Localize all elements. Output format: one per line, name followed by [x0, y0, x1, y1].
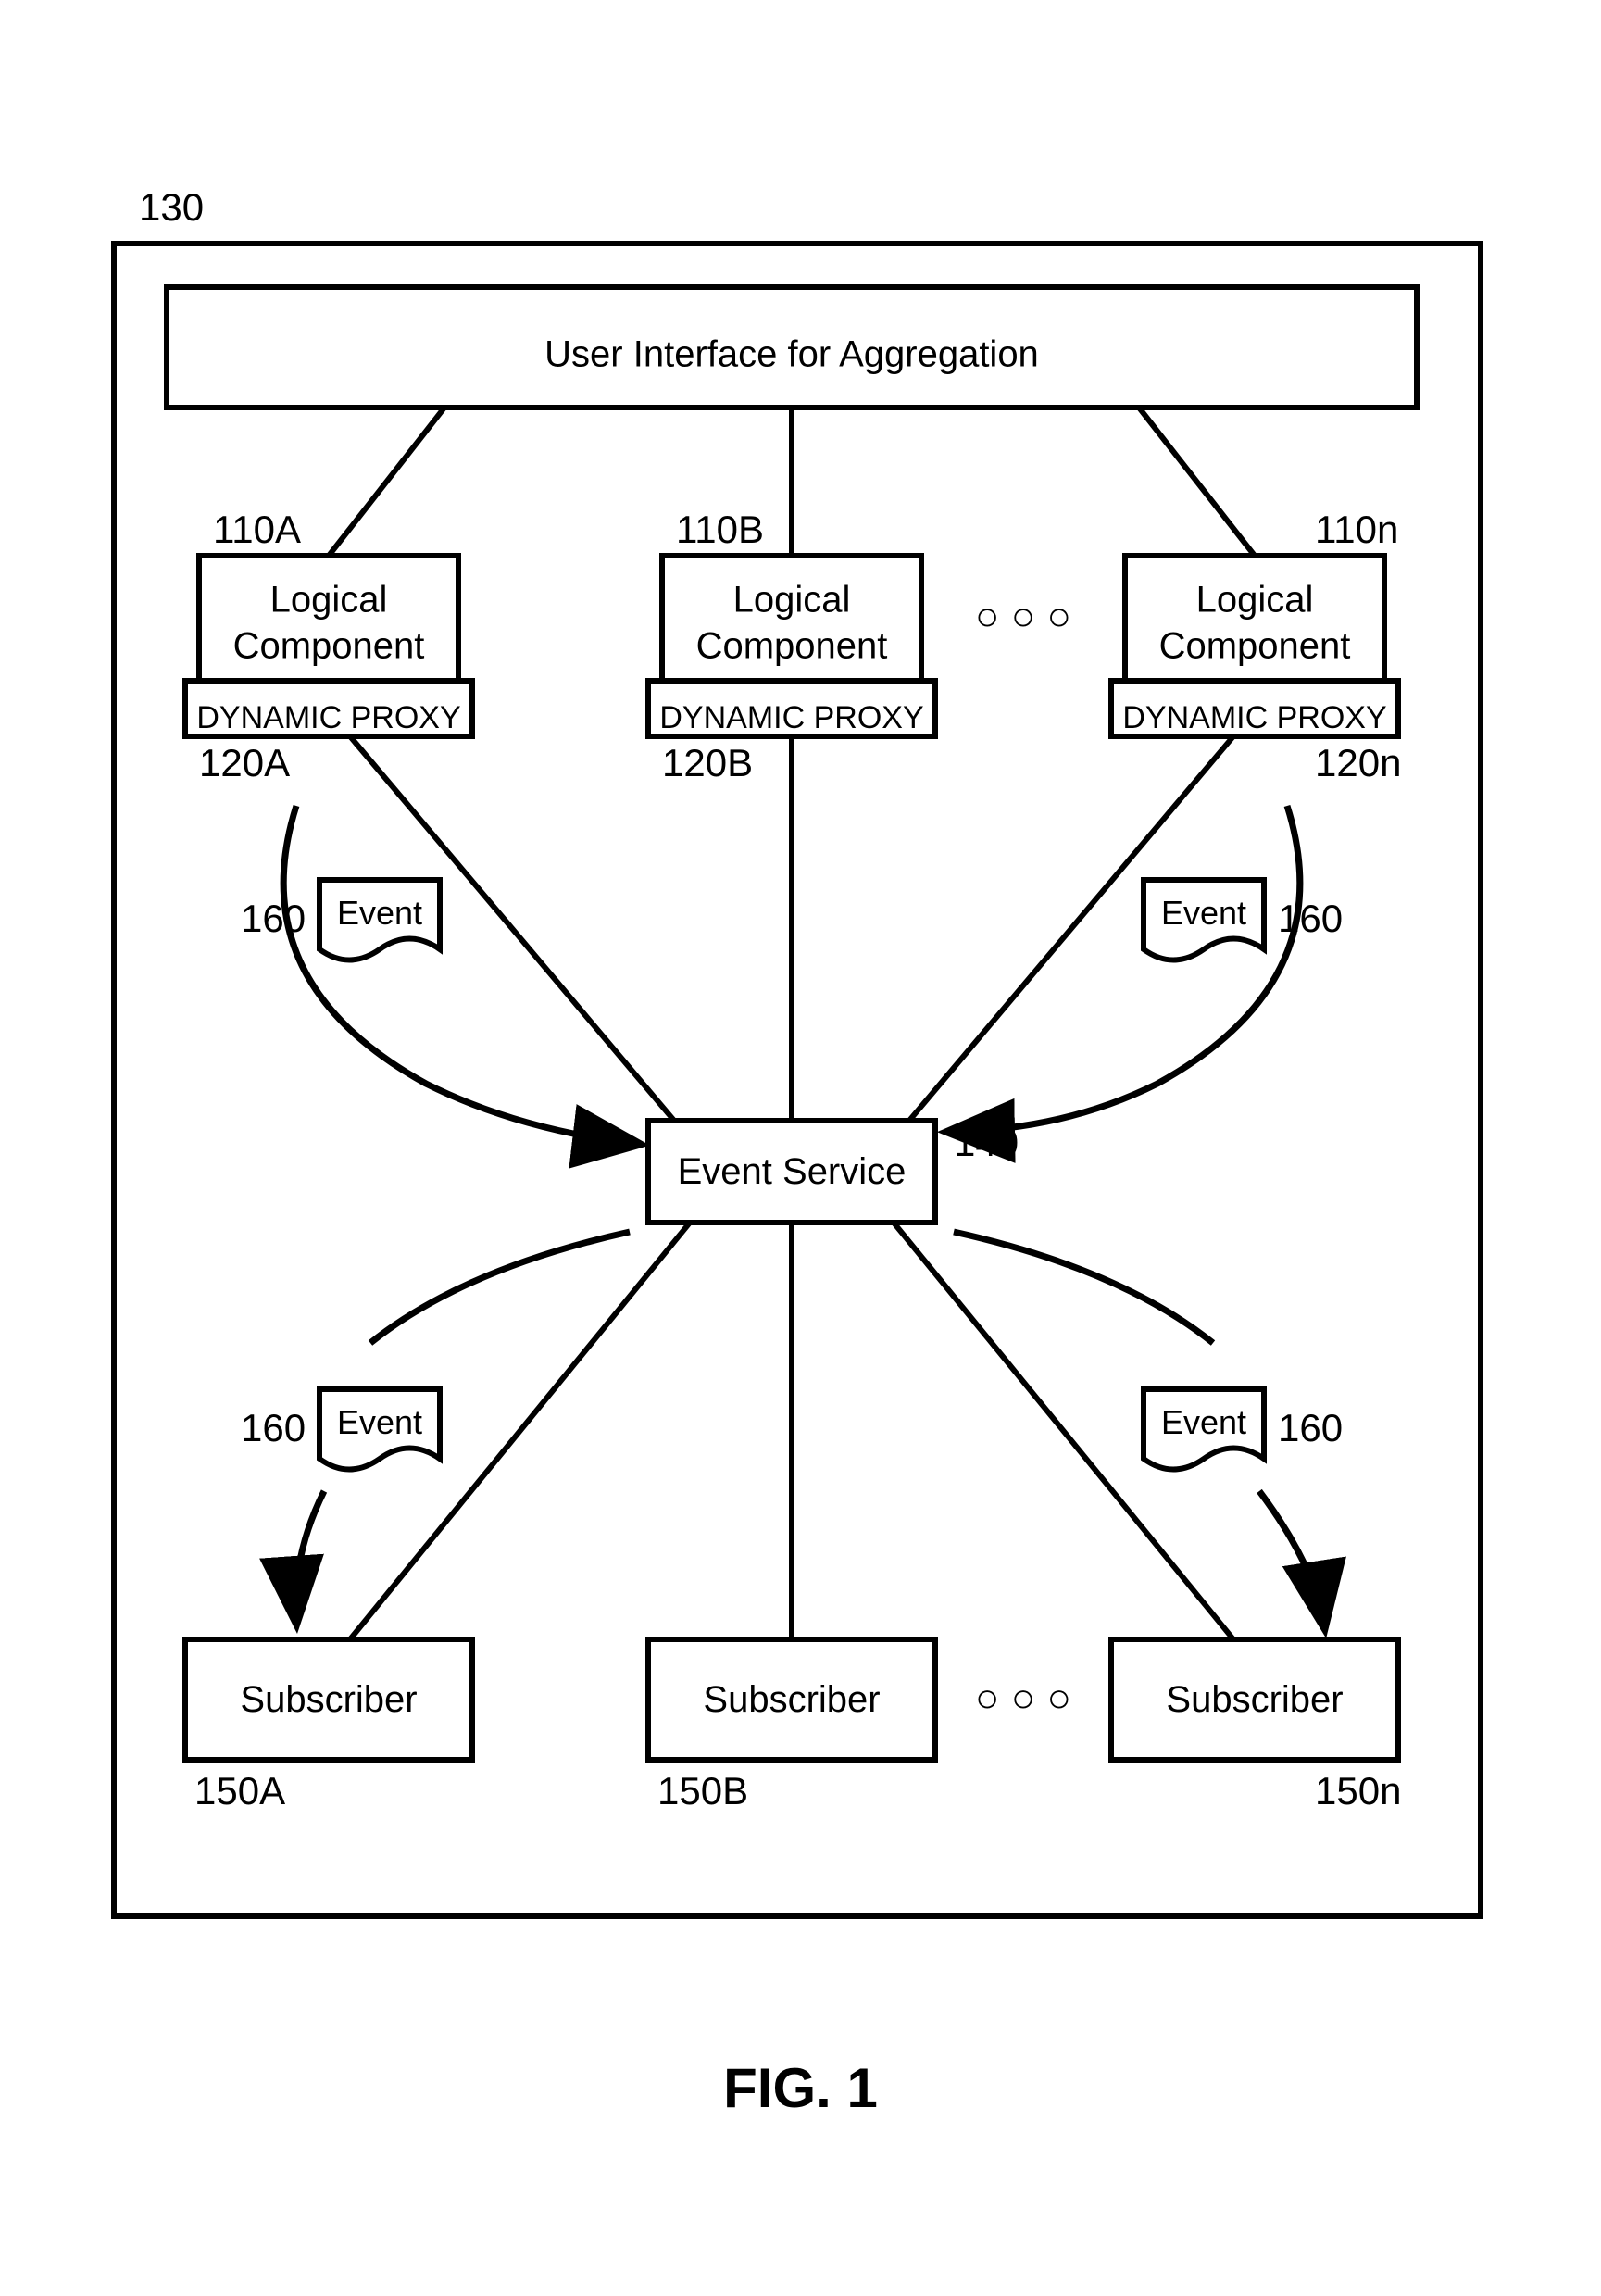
ellipsis-bottom: ○ ○ ○ [975, 1675, 1071, 1721]
ref-140: 140 [954, 1121, 1019, 1165]
arrow-top-right [950, 806, 1300, 1132]
logical-component-b: Logical Component DYNAMIC PROXY [648, 556, 935, 736]
arrow-bot-left [295, 1491, 324, 1621]
arrow-bot-right-upper-seg [954, 1232, 1213, 1343]
event-doc-top-left-label: Event [337, 894, 422, 932]
ref-160-bl: 160 [241, 1406, 306, 1450]
subscriber-n: Subscriber [1111, 1639, 1398, 1760]
event-doc-top-left: Event [319, 880, 440, 960]
ellipsis-top: ○ ○ ○ [975, 594, 1071, 639]
comp-b-bottom: Component [696, 626, 888, 667]
logical-component-n: Logical Component DYNAMIC PROXY [1111, 556, 1398, 736]
ref-110b: 110B [676, 508, 764, 552]
figure-label: FIG. 1 [0, 2056, 1601, 2120]
event-doc-top-right-label: Event [1161, 894, 1246, 932]
ref-150b: 150B [657, 1769, 748, 1813]
proxy-a-label: DYNAMIC PROXY [196, 700, 460, 735]
event-doc-top-right: Event [1144, 880, 1264, 960]
ui-aggregation-label: User Interface for Aggregation [544, 334, 1039, 375]
event-doc-bottom-right: Event [1144, 1389, 1264, 1470]
comp-a-top: Logical [270, 580, 388, 621]
comp-a-bottom: Component [233, 626, 425, 667]
diagram-page: 130 User Interface for Aggregation Logic… [0, 0, 1601, 2296]
line-ui-to-a [329, 408, 444, 556]
ref-110a: 110A [213, 508, 301, 552]
ref-110n: 110n [1315, 508, 1398, 552]
ref-160-tr: 160 [1278, 897, 1343, 941]
ref-150n: 150n [1315, 1769, 1401, 1813]
ref-160-br: 160 [1278, 1406, 1343, 1450]
comp-n-bottom: Component [1159, 626, 1351, 667]
subscriber-b-label: Subscriber [703, 1679, 880, 1720]
arrow-bot-right [1259, 1491, 1324, 1625]
subscriber-b: Subscriber [648, 1639, 935, 1760]
event-doc-bottom-right-label: Event [1161, 1403, 1246, 1441]
proxy-b-label: DYNAMIC PROXY [659, 700, 923, 735]
comp-n-top: Logical [1196, 580, 1314, 621]
ref-120b: 120B [662, 741, 753, 785]
arrow-top-left [283, 806, 637, 1144]
proxy-n-label: DYNAMIC PROXY [1122, 700, 1386, 735]
event-service-box: Event Service [648, 1121, 935, 1223]
event-doc-bottom-left-label: Event [337, 1403, 422, 1441]
comp-b-top: Logical [733, 580, 851, 621]
ref-160-tl: 160 [241, 897, 306, 941]
line-ui-to-n [1139, 408, 1255, 556]
event-doc-bottom-left: Event [319, 1389, 440, 1470]
event-service-label: Event Service [678, 1151, 907, 1192]
diagram-svg: User Interface for Aggregation Logical C… [0, 0, 1601, 2296]
ui-aggregation-box: User Interface for Aggregation [167, 287, 1417, 408]
subscriber-a: Subscriber [185, 1639, 472, 1760]
arrow-bot-left-upper-seg [370, 1232, 630, 1343]
logical-component-a: Logical Component DYNAMIC PROXY [185, 556, 472, 736]
ref-120a: 120A [199, 741, 290, 785]
subscriber-a-label: Subscriber [240, 1679, 417, 1720]
subscriber-n-label: Subscriber [1166, 1679, 1343, 1720]
ref-120n: 120n [1315, 741, 1401, 785]
ref-150a: 150A [194, 1769, 285, 1813]
